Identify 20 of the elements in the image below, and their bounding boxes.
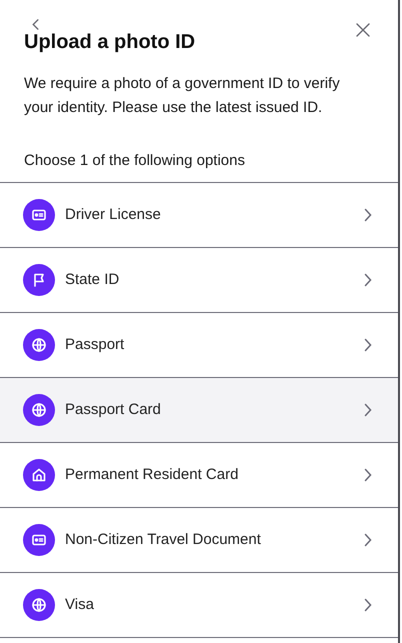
- back-icon[interactable]: [31, 18, 41, 31]
- chevron-right-icon: [364, 208, 372, 222]
- chevron-right-icon: [364, 273, 372, 287]
- close-icon[interactable]: [356, 23, 370, 37]
- globe-icon: [31, 337, 47, 353]
- id-option[interactable]: Passport Card: [0, 378, 398, 443]
- globe-icon: [31, 597, 47, 613]
- options-prompt: Choose 1 of the following options: [24, 151, 246, 171]
- description-text: We require a photo of a government ID to verify your identity. Please use the latest issued ID.: [24, 74, 341, 118]
- chevron-right-icon: [364, 598, 372, 612]
- chevron-right-icon: [364, 338, 372, 352]
- id-card-icon: [31, 532, 47, 548]
- dialog-title: Upload a photo ID: [24, 32, 196, 52]
- house-icon: [31, 467, 47, 483]
- chevron-right-icon: [364, 403, 372, 417]
- chevron-right-icon: [364, 468, 372, 482]
- flag-icon: [31, 272, 47, 288]
- globe-icon: [31, 402, 47, 418]
- id-card-icon: [31, 207, 47, 223]
- chevron-right-icon: [364, 533, 372, 547]
